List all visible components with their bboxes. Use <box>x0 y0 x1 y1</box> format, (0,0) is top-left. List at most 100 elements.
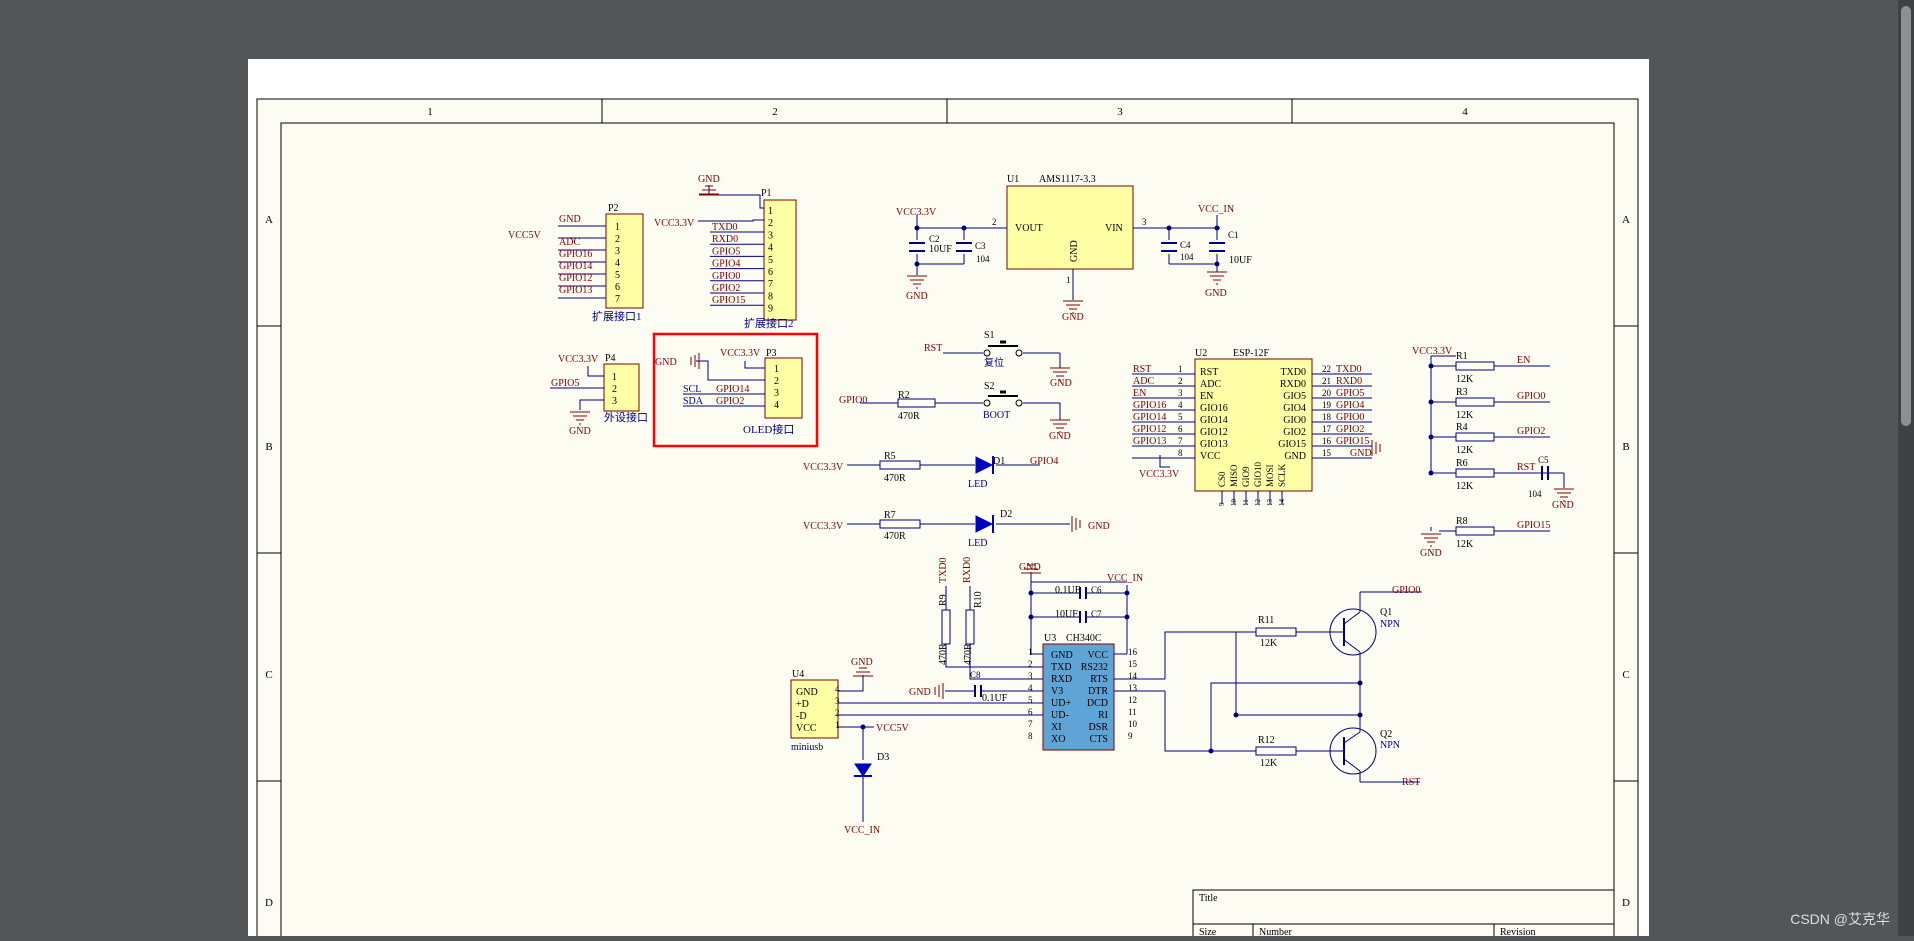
u3-pin-6-name: UD- <box>1051 710 1069 721</box>
u3-pin-9-num: 9 <box>1128 731 1133 741</box>
u2-net-gpio14: GPIO14 <box>1133 412 1166 423</box>
u1-net-left: VCC3.3V <box>896 207 937 218</box>
u4-gnd-top: GND <box>851 657 873 668</box>
pullup-r6-ref: R6 <box>1456 458 1468 469</box>
u3-pin-7-name: XI <box>1051 722 1062 733</box>
u4-pin-2-name: -D <box>796 711 807 722</box>
u2-pin-gio9: GIO9 <box>1241 466 1251 487</box>
u2-pin-21-name: RXD0 <box>1280 379 1306 390</box>
row-marker-d-right: D <box>1622 897 1630 909</box>
scrollbar-thumb[interactable] <box>1901 6 1911 426</box>
pullup-gnd: GND <box>1420 548 1442 559</box>
r12-value: 12K <box>1260 758 1278 769</box>
p1-pin-2: 2 <box>768 218 773 229</box>
u2-pin-8-num: 8 <box>1178 448 1183 458</box>
pullup-r6-value: 12K <box>1456 481 1474 492</box>
u2-net-gnd: GND <box>1350 448 1372 459</box>
u4-pin-4-num: 4 <box>835 684 840 694</box>
pullup-r6-net: RST <box>1517 462 1535 473</box>
u3-pin-14-num: 14 <box>1128 671 1138 681</box>
u3-pin-12-name: DCD <box>1087 698 1108 709</box>
p1-pin-8: 8 <box>768 291 773 302</box>
u3-ref: U3 <box>1044 633 1056 644</box>
p1-pin-3: 3 <box>768 230 773 241</box>
row-marker-b-left: B <box>265 441 272 453</box>
u2-pin-17-name: GIO2 <box>1283 427 1306 438</box>
p1-pin-9: 9 <box>768 304 773 315</box>
u4-pin-1-num: 1 <box>835 720 840 730</box>
u3-pin-3-num: 3 <box>1028 671 1033 681</box>
u2-pin-6-num: 6 <box>1178 424 1183 434</box>
u4-pin-4-name: GND <box>796 687 818 698</box>
u3-pin-5-num: 5 <box>1028 695 1033 705</box>
u2-pin-2-num: 2 <box>1178 376 1183 386</box>
p1-side-net: VCC3.3V <box>654 218 695 229</box>
column-marker-2: 2 <box>772 106 778 118</box>
row-marker-d-left: D <box>265 897 273 909</box>
u2-net-gpio2: GPIO2 <box>1336 424 1364 435</box>
u1-net-right: VCC_IN <box>1198 204 1234 215</box>
d1-name: LED <box>968 479 987 490</box>
r7-value: 470R <box>884 531 906 542</box>
p4-ref: P4 <box>605 353 616 364</box>
r11-value: 12K <box>1260 638 1278 649</box>
p2-net-gnd: GND <box>559 214 581 225</box>
s1-ref: S1 <box>984 330 995 341</box>
u2-pin-6-name: GIO12 <box>1200 427 1228 438</box>
u3-pin-13-name: DTR <box>1088 686 1108 697</box>
d3-ref: D3 <box>877 752 889 763</box>
pullup-r4-value: 12K <box>1456 445 1474 456</box>
u2-pin-22-num: 22 <box>1322 364 1331 374</box>
u2-pin-4-num: 4 <box>1178 400 1183 410</box>
u3-pin-14-name: RTS <box>1090 674 1108 685</box>
u2-net-gpio4: GPIO4 <box>1336 400 1364 411</box>
s2-gnd: GND <box>1049 431 1071 442</box>
p1-net-gpio0: GPIO0 <box>712 271 740 282</box>
c8-value: 0.1UF <box>982 693 1008 704</box>
pullup-r4-ref: R4 <box>1456 422 1468 433</box>
u2-pin-22-name: TXD0 <box>1280 367 1306 378</box>
u1-gnd-label: GND <box>1069 240 1080 262</box>
p2-caption: 扩展接口1 <box>592 309 642 323</box>
p1-pin-4: 4 <box>768 243 773 254</box>
r10-net: RXD0 <box>962 557 973 583</box>
p4-pin-1: 1 <box>612 372 617 383</box>
p4-pin-3: 3 <box>612 396 617 407</box>
row-marker-c-right: C <box>1622 669 1629 681</box>
pullup-r8-ref: R8 <box>1456 516 1468 527</box>
u2-net-adc: ADC <box>1133 376 1154 387</box>
r11-ref: R11 <box>1258 615 1274 626</box>
p3-caption: OLED接口 <box>743 423 794 436</box>
p2-net-gpio16: GPIO16 <box>559 249 592 260</box>
u3-pin-6-num: 6 <box>1028 707 1033 717</box>
u3-pin-7-num: 7 <box>1028 719 1033 729</box>
pullup-r4-net: GPIO2 <box>1517 426 1545 437</box>
u3-pin-12-num: 12 <box>1128 695 1137 705</box>
u2-pin-miso: MISO <box>1229 464 1239 487</box>
u3-pin-1-name: GND <box>1051 650 1073 661</box>
title-block-number-label: Number <box>1259 927 1292 936</box>
u2-pin-19-num: 19 <box>1322 400 1332 410</box>
u3-pin-11-num: 11 <box>1128 707 1137 717</box>
p2-net-gpio13: GPIO13 <box>559 285 592 296</box>
u3-pin-8-num: 8 <box>1028 731 1033 741</box>
d1-ref: D1 <box>993 456 1005 467</box>
d2-ref: D2 <box>1000 509 1012 520</box>
p2-pin-2: 2 <box>615 234 620 245</box>
u2-pin-16-name: GIO15 <box>1278 439 1306 450</box>
s1-net: RST <box>924 343 942 354</box>
p2-net-vcc5v: VCC5V <box>508 230 542 241</box>
p2-pin-5: 5 <box>615 270 620 281</box>
p4-net-vcc: VCC3.3V <box>558 354 599 365</box>
p4-caption: 外设接口 <box>604 411 648 424</box>
p1-ref: P1 <box>761 188 772 199</box>
u2-pin-num-12: 12 <box>1254 499 1262 507</box>
p1-net-gpio15: GPIO15 <box>712 295 745 306</box>
u2-pin-19-name: GIO4 <box>1283 403 1306 414</box>
u2-pin-num-9: 9 <box>1218 502 1226 506</box>
u3-pin-8-name: XO <box>1051 734 1065 745</box>
u4-vcc-net: VCC5V <box>876 723 910 734</box>
p3-pin-1: 1 <box>774 364 779 375</box>
pullup-r3-net: GPIO0 <box>1517 391 1545 402</box>
row-marker-a-right: A <box>1622 214 1630 226</box>
